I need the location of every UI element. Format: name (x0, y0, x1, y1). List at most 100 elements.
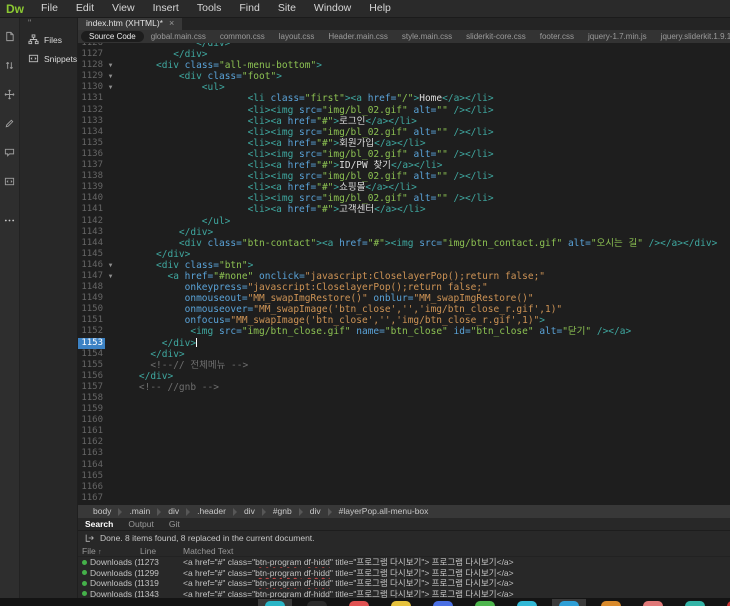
menu-window[interactable]: Window (305, 0, 360, 17)
code-line[interactable]: 1164 (78, 460, 730, 471)
toolbar-pen-button[interactable] (0, 112, 20, 134)
panel-tab-output[interactable]: Output (128, 518, 154, 530)
taskbar-app-button[interactable] (594, 599, 628, 606)
taskbar-app-button[interactable] (552, 599, 586, 606)
tag-crumb[interactable]: .header (190, 505, 233, 518)
code-line[interactable]: 1154 </div> (78, 349, 730, 360)
code-line[interactable]: 1158 (78, 393, 730, 404)
toolbar-comment-button[interactable] (0, 141, 20, 163)
code-line[interactable]: 1151 onfocus="MM_swapImage('btn_close','… (78, 315, 730, 326)
related-file[interactable]: jquery-1.7.min.js (581, 30, 654, 43)
taskbar-app-button[interactable] (678, 599, 712, 606)
code-line[interactable]: 1134 <li><img src="img/bl_02.gif" alt=""… (78, 127, 730, 138)
related-file[interactable]: jquery.sliderkit.1.9.1.js (654, 30, 730, 43)
code-line[interactable]: 1128▼ <div class="all-menu-bottom"> (78, 60, 730, 71)
code-line[interactable]: 1157 <!-- //gnb --> (78, 382, 730, 393)
taskbar-app-button[interactable] (384, 599, 418, 606)
taskbar-app-button[interactable] (258, 599, 292, 606)
taskbar-app-button[interactable] (342, 599, 376, 606)
code-line[interactable]: 1152 <img src="img/btn_close.gif" name="… (78, 326, 730, 337)
code-line[interactable]: 1147▼ <a href="#none" onclick="javascrip… (78, 271, 730, 282)
taskbar-app-button[interactable] (720, 599, 730, 606)
tag-crumb[interactable]: div (161, 505, 186, 518)
column-matched-text[interactable]: Matched Text (183, 546, 730, 556)
dock-tab-snippets[interactable]: Snippets (20, 49, 77, 68)
menu-find[interactable]: Find (230, 0, 268, 17)
menu-help[interactable]: Help (360, 0, 400, 17)
toolbar-document-button[interactable] (0, 25, 20, 47)
related-file[interactable]: Source Code (81, 31, 144, 42)
code-line[interactable]: 1143 </div> (78, 227, 730, 238)
code-line[interactable]: 1162 (78, 437, 730, 448)
tag-crumb[interactable]: #gnb (266, 505, 299, 518)
fold-arrow-icon[interactable]: ▼ (105, 71, 116, 82)
fold-arrow-icon[interactable]: ▼ (105, 60, 116, 71)
code-line[interactable]: 1145 </div> (78, 249, 730, 260)
code-line[interactable]: 1140 <li><img src="img/bl_02.gif" alt=""… (78, 193, 730, 204)
dock-drag-handle[interactable]: " (20, 17, 77, 30)
dock-tab-files[interactable]: Files (20, 30, 77, 49)
code-line[interactable]: 1161 (78, 426, 730, 437)
related-file[interactable]: sliderkit-core.css (459, 30, 533, 43)
menu-tools[interactable]: Tools (188, 0, 231, 17)
toolbar-code-snippet-button[interactable] (0, 170, 20, 192)
code-line[interactable]: 1138 <li><img src="img/bl_02.gif" alt=""… (78, 171, 730, 182)
close-icon[interactable]: × (169, 17, 174, 30)
toolbar-move-arrows-button[interactable] (0, 83, 20, 105)
menu-view[interactable]: View (103, 0, 144, 17)
code-line[interactable]: 1130▼ <ul> (78, 82, 730, 93)
menu-file[interactable]: File (32, 0, 67, 17)
code-line[interactable]: 1135 <li><a href="#">회원가입</a></li> (78, 138, 730, 149)
tag-crumb[interactable]: .main (122, 505, 157, 518)
code-line[interactable]: 1136 <li><img src="img/bl_02.gif" alt=""… (78, 149, 730, 160)
toolbar-sort-arrows-button[interactable] (0, 54, 20, 76)
tag-crumb[interactable]: div (237, 505, 262, 518)
fold-arrow-icon[interactable]: ▼ (105, 260, 116, 271)
code-line[interactable]: 1146▼ <div class="btn"> (78, 260, 730, 271)
taskbar-app-button[interactable] (510, 599, 544, 606)
code-line[interactable]: 1131 <li class="first"><a href="/">Home<… (78, 93, 730, 104)
related-file[interactable]: style.main.css (395, 30, 459, 43)
tag-crumb[interactable]: div (303, 505, 328, 518)
toolbar-more-options-button[interactable] (0, 209, 20, 231)
code-line[interactable]: 1165 (78, 471, 730, 482)
code-line[interactable]: 1142 </ul> (78, 216, 730, 227)
panel-tab-git[interactable]: Git (169, 518, 180, 530)
code-line[interactable]: 1150 onmouseover="MM_swapImage('btn_clos… (78, 304, 730, 315)
related-file[interactable]: footer.css (533, 30, 581, 43)
code-line[interactable]: 1139 <li><a href="#">쇼핑몰</a></li> (78, 182, 730, 193)
code-line[interactable]: 1155 <!--// 전체메뉴 --> (78, 360, 730, 371)
code-line[interactable]: 1144 <div class="btn-contact"><a href="#… (78, 238, 730, 249)
related-file[interactable]: Header.main.css (321, 30, 395, 43)
code-line[interactable]: 1149 onmouseout="MM_swapImgRestore()" on… (78, 293, 730, 304)
related-file[interactable]: layout.css (272, 30, 322, 43)
related-file[interactable]: common.css (213, 30, 272, 43)
menu-site[interactable]: Site (269, 0, 305, 17)
taskbar-app-button[interactable] (300, 599, 334, 606)
tag-crumb[interactable]: body (86, 505, 118, 518)
code-line[interactable]: 1163 (78, 448, 730, 459)
code-line[interactable]: 1137 <li><a href="#">ID/PW 찾기</a></li> (78, 160, 730, 171)
code-line[interactable]: 1133 <li><a href="#">로그인</a></li> (78, 116, 730, 127)
taskbar-app-button[interactable] (636, 599, 670, 606)
code-line[interactable]: 1127 </div> (78, 49, 730, 60)
fold-arrow-icon[interactable]: ▼ (105, 82, 116, 93)
code-line[interactable]: 1129▼ <div class="foot"> (78, 71, 730, 82)
code-line[interactable]: 1132 <li><img src="img/bl_02.gif" alt=""… (78, 105, 730, 116)
code-line[interactable]: 1153 </div> (78, 338, 730, 349)
column-file[interactable]: File ↑ (82, 546, 140, 556)
code-line[interactable]: 1167 (78, 493, 730, 504)
code-line[interactable]: 1156 </div> (78, 371, 730, 382)
code-line[interactable]: 1160 (78, 415, 730, 426)
fold-arrow-icon[interactable]: ▼ (105, 271, 116, 282)
code-line[interactable]: 1166 (78, 482, 730, 493)
document-tab[interactable]: index.htm (XHTML)* × (78, 17, 182, 30)
taskbar-app-button[interactable] (426, 599, 460, 606)
menu-edit[interactable]: Edit (67, 0, 103, 17)
column-line[interactable]: Line (140, 546, 183, 556)
taskbar-app-button[interactable] (468, 599, 502, 606)
panel-tab-search[interactable]: Search (85, 518, 113, 530)
related-file[interactable]: global.main.css (144, 30, 213, 43)
code-line[interactable]: 1148 onkeypress="javascript:CloselayerPo… (78, 282, 730, 293)
menu-insert[interactable]: Insert (144, 0, 188, 17)
